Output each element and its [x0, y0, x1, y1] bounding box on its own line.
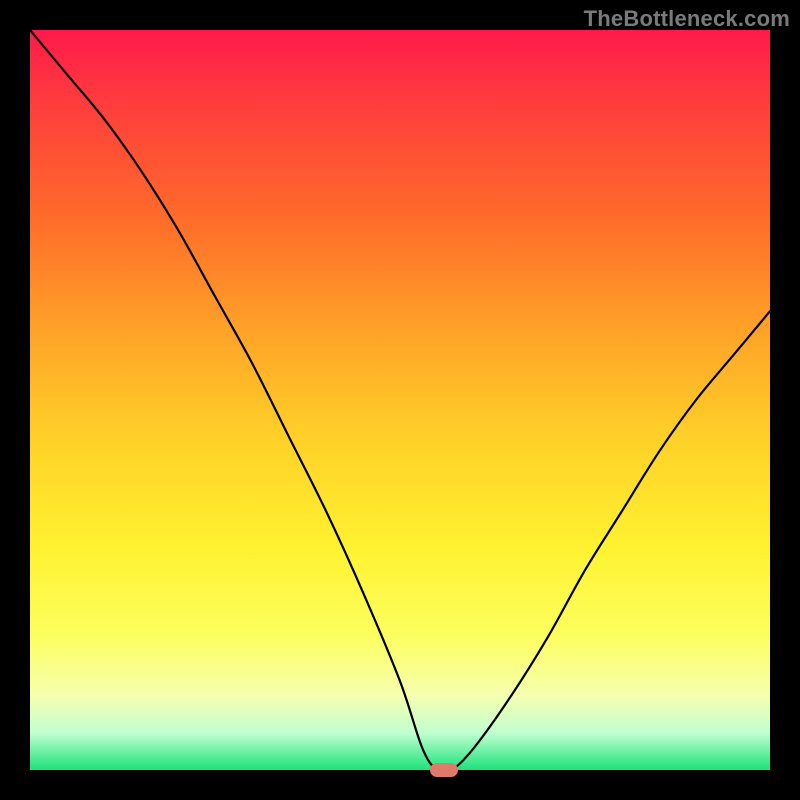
chart-frame: TheBottleneck.com: [0, 0, 800, 800]
optimal-marker: [430, 763, 458, 777]
watermark-text: TheBottleneck.com: [584, 6, 790, 32]
plot-area: [30, 30, 770, 770]
bottleneck-curve: [30, 30, 770, 770]
